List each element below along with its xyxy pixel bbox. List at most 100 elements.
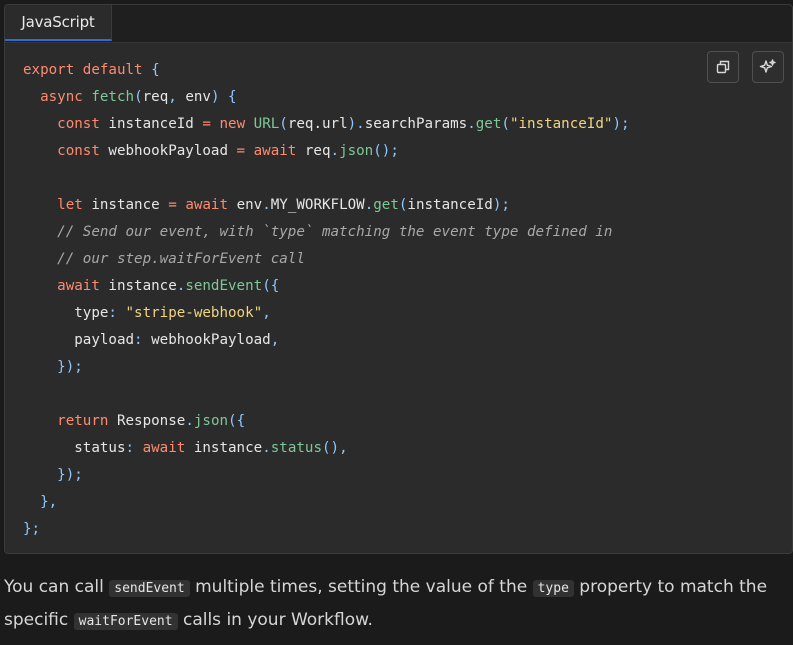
code-token: status: [270, 440, 322, 456]
tab-javascript[interactable]: JavaScript: [5, 5, 112, 41]
code-token: };: [23, 521, 41, 537]
code-token: await: [185, 197, 237, 213]
code-token: Response: [116, 413, 186, 429]
code-token: MY_WORKFLOW: [270, 197, 365, 213]
code-token: instance: [193, 440, 263, 456]
code-token: });: [23, 467, 83, 483]
code-line: await instance.sendEvent({: [23, 273, 712, 300]
code-line: const webhookPayload = await req.json();: [23, 138, 712, 165]
code-token: export default: [23, 62, 152, 78]
code-token: ,: [168, 89, 186, 105]
code-token: env: [236, 197, 263, 213]
code-line: };: [23, 516, 712, 543]
code-token: get: [373, 197, 399, 213]
code-line: payload: webhookPayload,: [23, 327, 712, 354]
code-token: );: [612, 116, 630, 132]
code-token: (: [279, 116, 288, 132]
code-token: :: [108, 305, 126, 321]
inline-code-waitForEvent: waitForEvent: [73, 612, 178, 630]
code-token: env: [185, 89, 211, 105]
copy-icon: [716, 60, 730, 74]
code-line: });: [23, 462, 712, 489]
code-token: json: [193, 413, 229, 429]
code-line: // Send our event, with `type` matching …: [23, 219, 712, 246]
code-token: ();: [373, 143, 399, 159]
ask-ai-button[interactable]: [752, 51, 784, 83]
code-line: status: await instance.status(),: [23, 435, 712, 462]
code-token: instanceId: [108, 116, 203, 132]
code-line: const instanceId = new URL(req.url).sear…: [23, 111, 712, 138]
code-token: ({: [262, 278, 280, 294]
code-token: .: [262, 440, 271, 456]
code-token: return: [23, 413, 117, 429]
code-line: });: [23, 354, 712, 381]
code-token: sendEvent: [185, 278, 263, 294]
code-line: export default {: [23, 57, 712, 84]
code-token: {: [151, 62, 160, 78]
code-token: });: [23, 359, 83, 375]
code-token: new: [219, 116, 254, 132]
code-token: =: [168, 197, 186, 213]
code-token: // our step.waitForEvent call: [23, 251, 305, 267]
code-token: .: [364, 197, 374, 213]
code-token: =: [236, 143, 254, 159]
code-token: :: [134, 332, 152, 348]
inline-code-type: type: [532, 580, 574, 597]
code-token: ,: [270, 332, 280, 348]
code-token: .: [185, 413, 194, 429]
code-token: webhookPayload: [108, 143, 237, 159]
code-token: ) {: [210, 89, 237, 105]
code-token: (),: [321, 440, 348, 456]
code-token: URL: [253, 116, 280, 132]
code-token: status: [23, 440, 126, 456]
code-token: fetch: [91, 89, 135, 105]
code-token: req: [142, 89, 169, 105]
code-token: ).: [347, 116, 365, 132]
code-token: const: [23, 143, 109, 159]
code-token: instanceId: [407, 197, 493, 213]
code-token: await: [142, 440, 194, 456]
paragraph: You can call sendEvent multiple times, s…: [4, 572, 789, 637]
code-content: export default { async fetch(req, env) {…: [23, 57, 712, 543]
code-token: instance: [91, 197, 169, 213]
sparkle-icon: [759, 59, 776, 73]
code-token: (: [134, 89, 143, 105]
code-line: let instance = await env.MY_WORKFLOW.get…: [23, 192, 712, 219]
code-token: get: [475, 116, 502, 132]
code-token: },: [23, 494, 58, 510]
code-token: async: [23, 89, 92, 105]
code-block: JavaScript export default { async fetch(…: [4, 4, 793, 554]
code-token: req: [304, 143, 331, 159]
prose-text: calls in your Workflow.: [177, 609, 373, 630]
code-token: ({: [228, 413, 246, 429]
code-token: await: [23, 278, 109, 294]
prose-text: multiple times, setting the value of the: [189, 577, 533, 597]
code-token: =: [202, 116, 220, 132]
code-line: },: [23, 489, 712, 516]
code-token: :: [125, 440, 143, 456]
code-token: searchParams: [364, 116, 468, 132]
code-token: webhookPayload: [151, 332, 271, 348]
language-tab-strip: JavaScript: [5, 5, 792, 43]
code-line: type: "stripe-webhook",: [23, 300, 712, 327]
code-token: type: [23, 305, 109, 321]
code-token: "instanceId": [509, 116, 613, 132]
code-token: );: [492, 197, 510, 213]
code-token: await: [253, 143, 305, 159]
code-line: // our step.waitForEvent call: [23, 246, 712, 273]
code-token: .: [467, 116, 476, 132]
code-token: (: [501, 116, 510, 132]
code-token: "stripe-webhook": [125, 305, 263, 321]
code-token: // Send our event, with `type` matching …: [23, 224, 613, 240]
code-token: const: [23, 116, 109, 132]
prose-text: You can call: [4, 577, 110, 597]
code-token: json: [339, 143, 374, 159]
code-token: ,: [262, 305, 271, 321]
code-token: let: [23, 197, 92, 213]
code-token: .: [262, 197, 271, 213]
code-line: return Response.json({: [23, 408, 712, 435]
inline-code-sendEvent: sendEvent: [109, 580, 190, 597]
code-token: req.url: [287, 116, 348, 132]
